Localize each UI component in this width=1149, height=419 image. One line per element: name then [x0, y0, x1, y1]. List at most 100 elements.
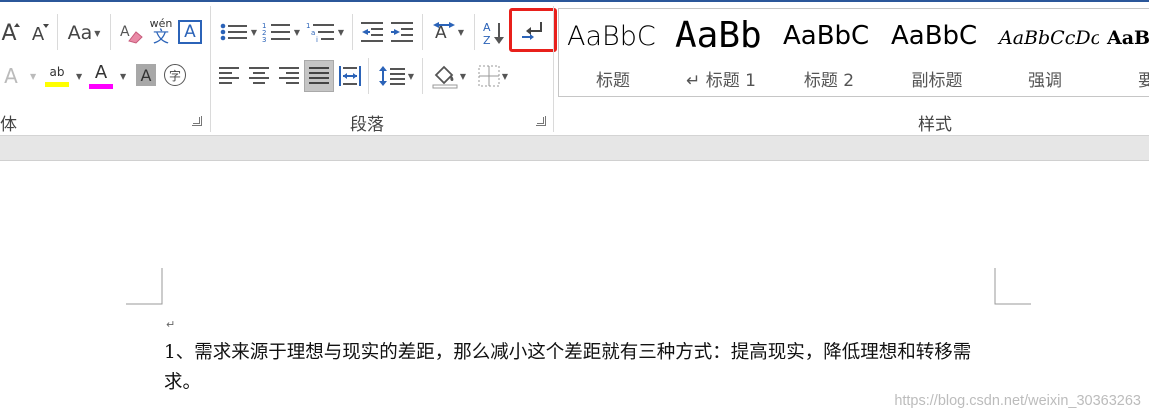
character-border-icon: A — [184, 22, 196, 42]
style-name: 要 — [1099, 66, 1149, 91]
multilevel-list-icon: 1 a i — [306, 22, 334, 43]
document-body-text[interactable]: 1、需求来源于理想与现实的差距，那么减小这个差距就有三种方式：提高现实，降低理想… — [164, 338, 1004, 398]
chinese-layout-icon: A — [432, 22, 455, 43]
eraser-icon: A — [120, 24, 143, 44]
separator — [57, 14, 58, 50]
enclose-characters-icon: 字 — [168, 68, 181, 83]
sort-button[interactable]: A Z — [480, 18, 508, 48]
chevron-down-icon: ▼ — [94, 28, 101, 38]
paragraph-mark: ↵ — [166, 318, 176, 331]
styles-group-label: 样式 — [918, 115, 952, 135]
chevron-down-icon: ▼ — [457, 27, 465, 37]
caret-down-icon — [43, 24, 49, 28]
highlight-color-bar — [45, 82, 69, 87]
numbering-button[interactable]: 1 2 3 ▼ — [260, 18, 302, 46]
style-heading-2[interactable]: AaBbC 标题 2 — [775, 9, 883, 96]
separator — [474, 14, 475, 50]
separator — [352, 14, 353, 50]
style-intense[interactable]: AaB 要 — [1099, 9, 1149, 96]
borders-button[interactable]: ▼ — [472, 62, 514, 90]
font-dialog-launcher-icon[interactable] — [192, 116, 202, 126]
distributed-icon — [339, 66, 361, 86]
character-border-button[interactable]: A — [178, 20, 202, 44]
align-center-icon — [249, 67, 269, 84]
chevron-down-icon: ▼ — [76, 72, 83, 81]
style-name: 强调 — [1028, 71, 1062, 91]
text-effects-button[interactable]: A — [0, 64, 22, 88]
svg-text:i: i — [316, 36, 318, 43]
separator — [368, 58, 369, 94]
watermark: https://blog.csdn.net/weixin_30363263 — [894, 393, 1141, 409]
style-name: 标题 — [596, 71, 630, 91]
separator — [422, 14, 423, 50]
paragraph-dialog-launcher-icon[interactable] — [536, 116, 546, 126]
sort-az-icon: A Z — [483, 21, 504, 46]
style-sample: AaBbC — [567, 21, 656, 52]
svg-text:a: a — [311, 29, 315, 37]
shading-button[interactable]: ▼ — [428, 60, 470, 92]
chevron-down-icon: ▼ — [293, 27, 301, 37]
svg-text:1: 1 — [306, 22, 310, 30]
phonetic-guide-button[interactable]: wén 文 — [148, 16, 174, 46]
svg-text:A: A — [120, 24, 130, 40]
distributed-button[interactable] — [336, 62, 364, 90]
align-center-button[interactable] — [246, 62, 272, 90]
enclose-characters-button[interactable]: 字 — [164, 64, 186, 86]
align-left-button[interactable] — [216, 62, 242, 90]
paint-bucket-icon — [432, 65, 458, 89]
chinese-layout-button[interactable]: A ▼ — [428, 18, 468, 46]
separator — [422, 58, 423, 94]
style-subtitle[interactable]: AaBbC 副标题 — [883, 9, 991, 96]
line-spacing-button[interactable]: ▼ — [374, 62, 418, 90]
align-left-icon — [219, 67, 239, 84]
highlight-box — [509, 8, 557, 52]
ribbon-top-border — [0, 0, 1149, 2]
border-grid-icon — [478, 65, 500, 87]
chevron-down-icon: ▼ — [407, 71, 415, 81]
styles-gallery: AaBbC 标题 AaBb ↵ 标题 1 AaBbC 标题 2 AaBbC 副标… — [558, 8, 1149, 97]
svg-text:A: A — [483, 21, 491, 34]
align-right-icon — [279, 67, 299, 84]
align-right-button[interactable] — [276, 62, 302, 90]
increase-indent-icon — [391, 22, 413, 42]
style-sample: AaBb — [675, 15, 762, 56]
chevron-down-icon: ▼ — [250, 27, 258, 37]
style-name: 标题 2 — [803, 71, 855, 91]
ribbon-document-separator — [0, 136, 1149, 161]
decrease-indent-button[interactable] — [358, 18, 386, 46]
style-heading-1[interactable]: AaBb ↵ 标题 1 — [667, 9, 775, 96]
character-shading-button[interactable]: A — [136, 64, 156, 86]
chevron-down-icon: ▼ — [337, 27, 345, 37]
justify-button[interactable] — [304, 60, 334, 92]
text-highlight-button[interactable]: ab — [42, 62, 72, 90]
bullet-list-icon — [220, 23, 247, 41]
paragraph-group-label: 段落 — [350, 115, 384, 135]
font-color-bar — [89, 83, 113, 89]
multilevel-list-button[interactable]: 1 a i ▼ — [304, 18, 346, 46]
style-sample: AaBbC — [783, 21, 870, 51]
chevron-down-icon: ▼ — [501, 71, 509, 81]
style-name: ↵ 标题 1 — [686, 71, 756, 91]
caret-up-icon — [14, 23, 20, 27]
phonetic-guide-icon: 文 — [152, 26, 169, 46]
style-emphasis[interactable]: AaBbCcDc 强调 — [991, 9, 1099, 96]
group-separator — [210, 6, 211, 132]
shrink-font-button[interactable]: A — [26, 22, 50, 46]
change-case-button[interactable]: Aa ▼ — [64, 20, 104, 46]
font-color-icon: A — [94, 61, 108, 83]
bullets-button[interactable]: ▼ — [216, 18, 260, 46]
text-effects-icon: A — [4, 64, 18, 88]
chevron-down-icon: ▼ — [30, 72, 37, 81]
highlighter-icon: ab — [49, 65, 65, 79]
svg-text:Z: Z — [483, 34, 491, 46]
numbered-list-icon: 1 2 3 — [262, 22, 290, 43]
style-title[interactable]: AaBbC 标题 — [559, 9, 667, 96]
grow-font-button[interactable]: A — [0, 20, 20, 46]
character-shading-icon: A — [140, 65, 152, 85]
clear-formatting-button[interactable]: A — [118, 20, 146, 46]
decrease-indent-icon — [361, 22, 383, 42]
increase-indent-button[interactable] — [388, 18, 416, 46]
font-color-button[interactable]: A — [88, 62, 114, 90]
style-name: 副标题 — [911, 71, 963, 91]
margin-corner-top-right — [994, 268, 1031, 305]
